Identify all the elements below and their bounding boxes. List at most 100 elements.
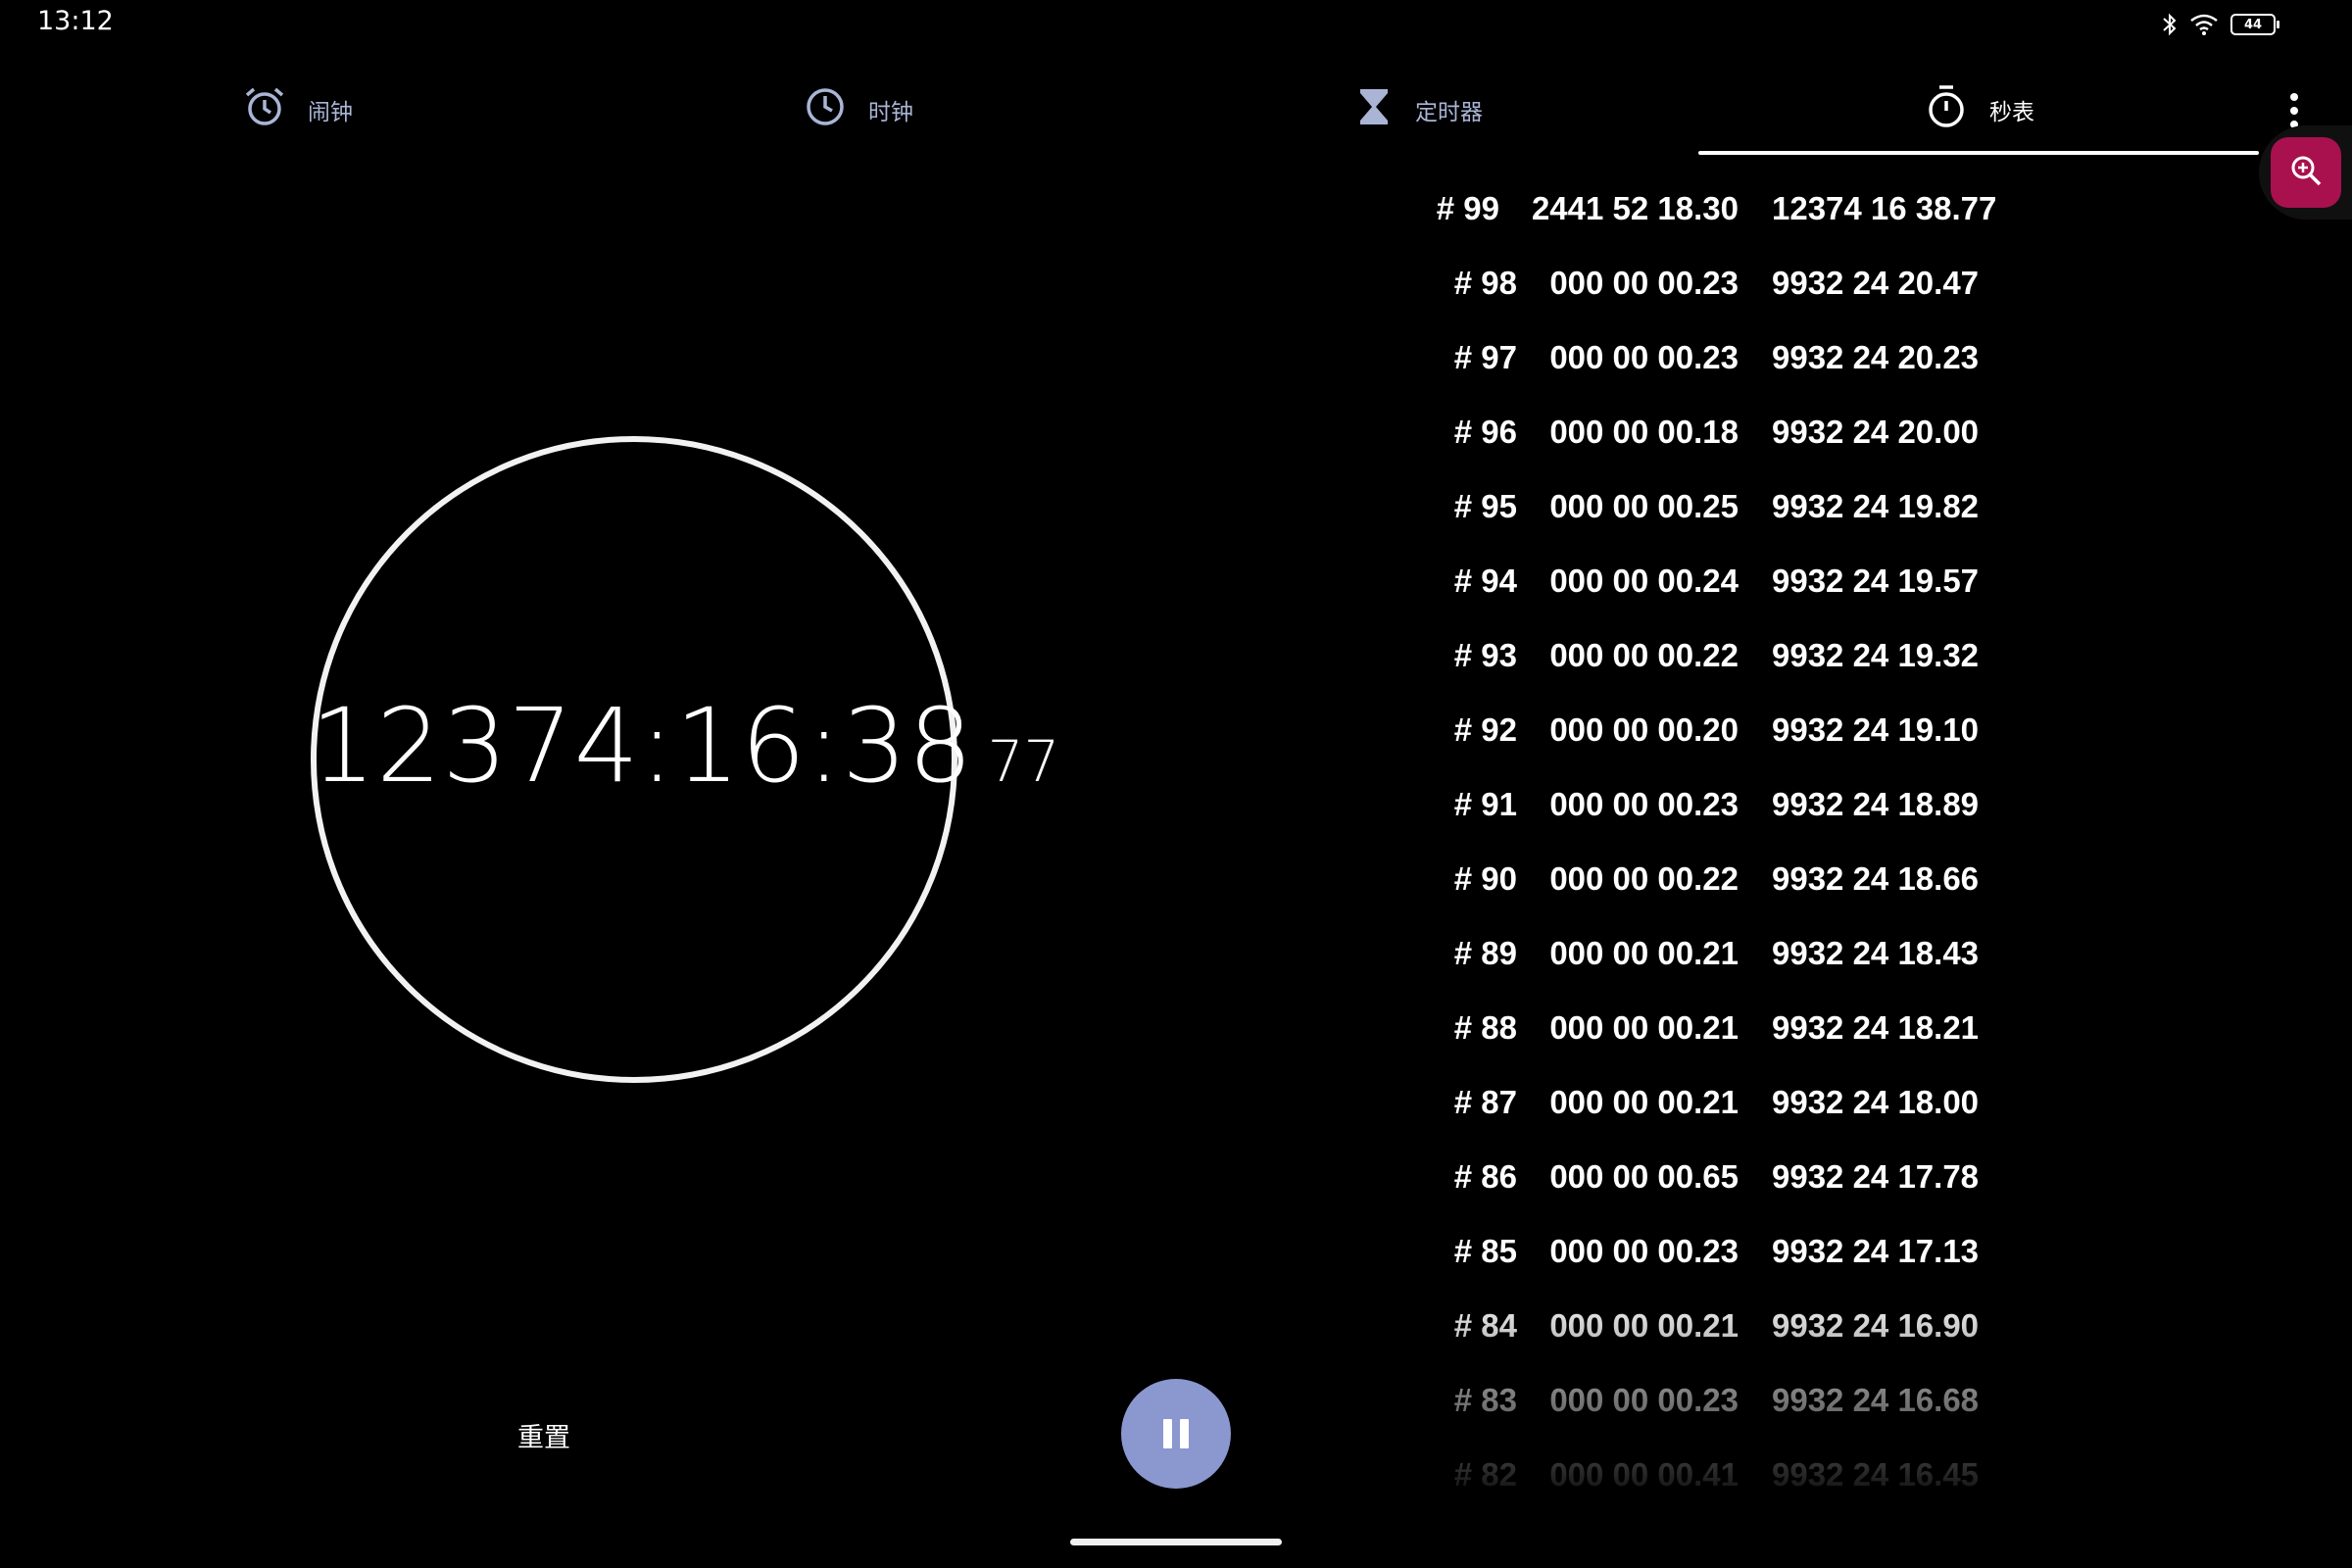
lap-row: # 85 000 00 00.23 9932 24 17.13 xyxy=(1411,1229,2097,1303)
lap-total-time: 9932 24 18.21 xyxy=(1772,1009,1980,1046)
lap-row: # 82 000 00 00.41 9932 24 16.45 xyxy=(1411,1452,2097,1497)
lap-row: # 93 000 00 00.22 9932 24 19.32 xyxy=(1411,633,2097,708)
lap-number: # 97 xyxy=(1453,339,1517,375)
tab-timer-label: 定时器 xyxy=(1415,100,1483,125)
home-indicator[interactable] xyxy=(1070,1539,1282,1545)
magnifier-float xyxy=(2259,125,2352,220)
lap-time: 000 00 00.23 xyxy=(1549,1382,1739,1418)
lap-row: # 95 000 00 00.25 9932 24 19.82 xyxy=(1411,484,2097,559)
tab-alarm[interactable]: 闹钟 xyxy=(243,84,353,135)
lap-total-time: 12374 16 38.77 xyxy=(1772,190,1997,226)
lap-row: # 91 000 00 00.23 9932 24 18.89 xyxy=(1411,782,2097,857)
lap-row: # 83 000 00 00.23 9932 24 16.68 xyxy=(1411,1378,2097,1452)
lap-time: 000 00 00.41 xyxy=(1549,1456,1739,1493)
lap-row: # 90 000 00 00.22 9932 24 18.66 xyxy=(1411,857,2097,931)
lap-total-time: 9932 24 16.68 xyxy=(1772,1382,1980,1418)
lap-number: # 84 xyxy=(1453,1307,1517,1344)
pause-icon xyxy=(1163,1419,1172,1448)
tab-alarm-label: 闹钟 xyxy=(308,100,353,125)
lap-number: # 95 xyxy=(1453,488,1517,524)
lap-total-time: 9932 24 16.90 xyxy=(1772,1307,1980,1344)
lap-time: 000 00 00.22 xyxy=(1549,637,1739,673)
lap-row: # 94 000 00 00.24 9932 24 19.57 xyxy=(1411,559,2097,633)
lap-total-time: 9932 24 19.32 xyxy=(1772,637,1980,673)
battery-icon: 44 xyxy=(2230,14,2279,35)
elapsed-time-main: 12374:16:38 xyxy=(311,686,974,806)
clock-icon xyxy=(804,85,847,134)
lap-total-time: 9932 24 20.47 xyxy=(1772,265,1980,301)
lap-number: # 83 xyxy=(1453,1382,1517,1418)
lap-total-time: 9932 24 19.82 xyxy=(1772,488,1980,524)
lap-row: # 86 000 00 00.65 9932 24 17.78 xyxy=(1411,1154,2097,1229)
lap-time: 000 00 00.21 xyxy=(1549,935,1739,971)
lap-total-time: 9932 24 17.13 xyxy=(1772,1233,1980,1269)
lap-time: 000 00 00.23 xyxy=(1549,786,1739,822)
lap-number: # 90 xyxy=(1453,860,1517,897)
elapsed-time-hundredths: 77 xyxy=(987,728,1060,795)
lap-number: # 99 xyxy=(1436,190,1499,226)
lap-row: # 98 000 00 00.23 9932 24 20.47 xyxy=(1411,261,2097,335)
lap-time: 000 00 00.65 xyxy=(1549,1158,1739,1195)
lap-time: 000 00 00.23 xyxy=(1549,265,1739,301)
lap-total-time: 9932 24 18.89 xyxy=(1772,786,1980,822)
tab-timer[interactable]: 定时器 xyxy=(1354,84,1483,135)
lap-row: # 88 000 00 00.21 9932 24 18.21 xyxy=(1411,1005,2097,1080)
status-time: 13:12 xyxy=(37,6,114,36)
lap-number: # 91 xyxy=(1453,786,1517,822)
lap-time: 000 00 00.21 xyxy=(1549,1307,1739,1344)
lap-number: # 93 xyxy=(1453,637,1517,673)
tab-clock-label: 时钟 xyxy=(868,100,913,125)
tab-stopwatch[interactable]: 秒表 xyxy=(1925,84,2034,135)
tab-clock[interactable]: 时钟 xyxy=(804,84,913,135)
stopwatch-icon xyxy=(1925,83,1968,136)
lap-total-time: 9932 24 19.57 xyxy=(1772,563,1980,599)
lap-row: # 84 000 00 00.21 9932 24 16.90 xyxy=(1411,1303,2097,1378)
tab-indicator xyxy=(1698,151,2259,155)
tab-stopwatch-label: 秒表 xyxy=(1989,100,2034,125)
lap-total-time: 9932 24 20.00 xyxy=(1772,414,1980,450)
lap-time: 000 00 00.20 xyxy=(1549,711,1739,748)
battery-level: 44 xyxy=(2243,17,2263,32)
lap-time: 000 00 00.21 xyxy=(1549,1084,1739,1120)
pause-button[interactable] xyxy=(1121,1379,1231,1489)
lap-total-time: 9932 24 19.10 xyxy=(1772,711,1980,748)
lap-list[interactable]: # 99 2441 52 18.30 12374 16 38.77 # 98 000 0… xyxy=(1411,186,2097,1497)
lap-total-time: 9932 24 18.43 xyxy=(1772,935,1980,971)
wifi-icon xyxy=(2189,13,2219,36)
lap-time: 000 00 00.25 xyxy=(1549,488,1739,524)
lap-time: 000 00 00.23 xyxy=(1549,1233,1739,1269)
lap-row: # 89 000 00 00.21 9932 24 18.43 xyxy=(1411,931,2097,1005)
lap-total-time: 9932 24 18.00 xyxy=(1772,1084,1980,1120)
lap-number: # 96 xyxy=(1453,414,1517,450)
lap-row: # 99 2441 52 18.30 12374 16 38.77 xyxy=(1411,186,2097,261)
elapsed-time: 12374:16:38 77 xyxy=(311,686,1059,806)
hourglass-icon xyxy=(1354,85,1394,134)
zoom-in-icon xyxy=(2289,154,2323,191)
lap-number: # 92 xyxy=(1453,711,1517,748)
lap-time: 000 00 00.23 xyxy=(1549,339,1739,375)
lap-number: # 85 xyxy=(1453,1233,1517,1269)
lap-number: # 88 xyxy=(1453,1009,1517,1046)
reset-button[interactable]: 重置 xyxy=(500,1413,588,1456)
alarm-icon xyxy=(243,85,286,134)
lap-total-time: 9932 24 16.45 xyxy=(1772,1456,1980,1493)
status-icons: 44 xyxy=(2162,8,2279,41)
lap-time: 2441 52 18.30 xyxy=(1531,190,1739,226)
lap-number: # 89 xyxy=(1453,935,1517,971)
magnifier-button[interactable] xyxy=(2271,137,2341,208)
lap-number: # 86 xyxy=(1453,1158,1517,1195)
lap-number: # 94 xyxy=(1453,563,1517,599)
lap-time: 000 00 00.21 xyxy=(1549,1009,1739,1046)
lap-time: 000 00 00.24 xyxy=(1549,563,1739,599)
lap-row: # 97 000 00 00.23 9932 24 20.23 xyxy=(1411,335,2097,410)
lap-row: # 96 000 00 00.18 9932 24 20.00 xyxy=(1411,410,2097,484)
lap-time: 000 00 00.18 xyxy=(1549,414,1739,450)
lap-number: # 87 xyxy=(1453,1084,1517,1120)
lap-number: # 98 xyxy=(1453,265,1517,301)
lap-total-time: 9932 24 20.23 xyxy=(1772,339,1980,375)
lap-time: 000 00 00.22 xyxy=(1549,860,1739,897)
lap-number: # 82 xyxy=(1453,1456,1517,1493)
lap-row: # 92 000 00 00.20 9932 24 19.10 xyxy=(1411,708,2097,782)
lap-total-time: 9932 24 17.78 xyxy=(1772,1158,1980,1195)
bluetooth-icon xyxy=(2162,13,2178,36)
